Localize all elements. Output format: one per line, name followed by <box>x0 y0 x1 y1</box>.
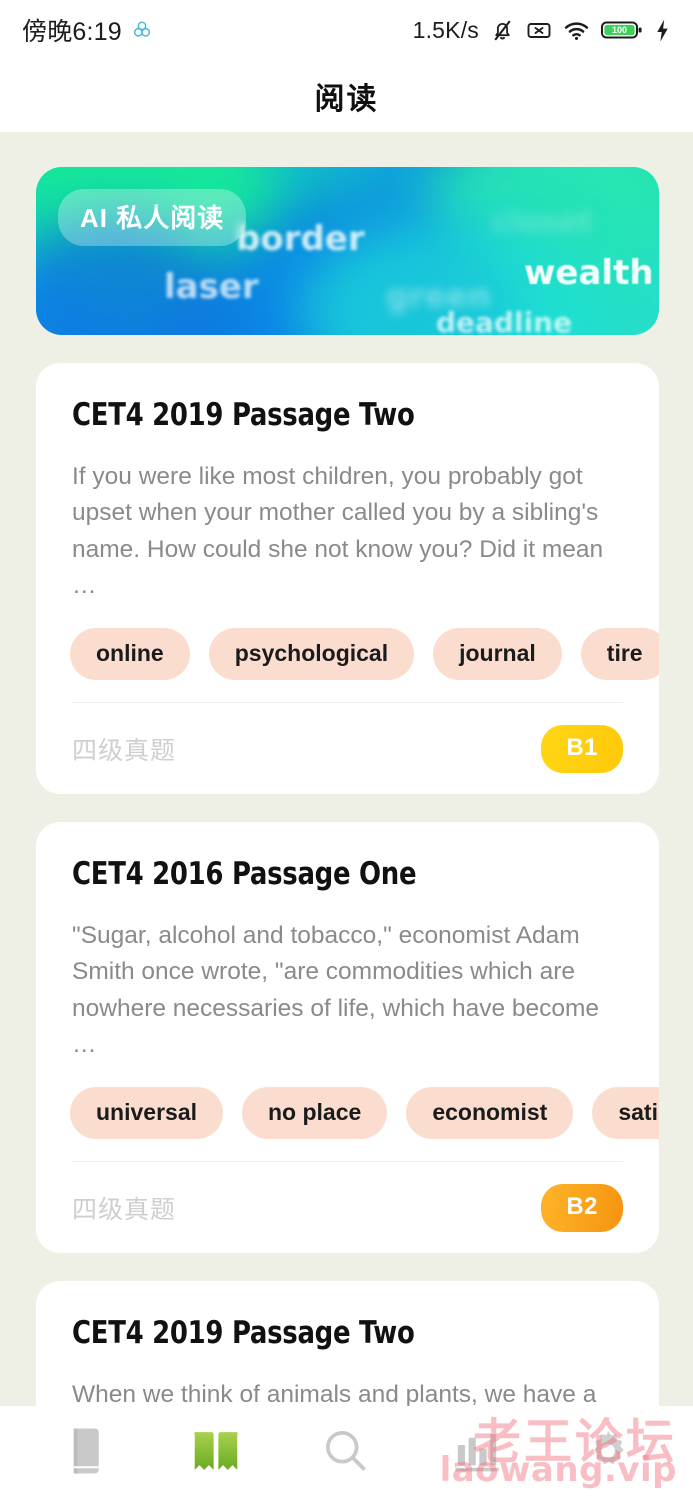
bluetooth-cluster-icon <box>131 19 153 41</box>
banner-word: wealth <box>524 253 654 293</box>
status-time: 傍晚6:19 <box>22 18 122 46</box>
passage-title: CET4 2016 Passage One <box>72 856 417 892</box>
ai-personal-reading-badge[interactable]: AI 私人阅读 <box>58 189 247 246</box>
wifi-icon <box>563 18 590 43</box>
word-tag[interactable]: economist <box>406 1087 574 1139</box>
banner-word: border <box>236 219 365 259</box>
word-tag[interactable]: tire <box>580 628 659 680</box>
search-icon <box>321 1426 371 1481</box>
svg-text:100: 100 <box>612 25 627 35</box>
bottom-tab-bar: 老王论坛 laowang.vip <box>0 1406 693 1500</box>
passage-source: 四级真题 <box>72 736 177 765</box>
banner-blob <box>429 167 659 317</box>
mute-bell-icon <box>490 18 515 43</box>
page-title: 阅读 <box>314 83 379 116</box>
passage-card[interactable]: CET4 2019 Passage Two If you were like m… <box>36 363 659 794</box>
book-open-icon <box>190 1427 242 1480</box>
tab-search[interactable] <box>306 1413 386 1493</box>
banner-word: green <box>386 277 491 315</box>
network-speed: 1.5K/s <box>412 16 479 43</box>
content-scroll-area[interactable]: closet border green laser wealth deadlin… <box>0 132 693 1406</box>
passage-title: CET4 2019 Passage Two <box>72 1315 415 1351</box>
passage-card-footer: 四级真题 B2 <box>72 1161 623 1253</box>
level-badge: B1 <box>541 724 623 773</box>
tab-reading[interactable] <box>176 1413 256 1493</box>
word-tag-row[interactable]: online psychological journal tire signif… <box>70 628 659 680</box>
status-bar-left: 傍晚6:19 <box>22 12 153 48</box>
passage-card[interactable]: CET4 2019 Passage Two When we think of a… <box>36 1281 659 1406</box>
battery-icon: 100 <box>601 18 643 42</box>
word-tag[interactable]: satisfy <box>592 1087 659 1139</box>
tab-library[interactable] <box>45 1413 125 1493</box>
status-bar-right: 1.5K/s 100 <box>413 17 671 44</box>
page-header: 阅读 <box>0 60 693 132</box>
banner-word: closet <box>492 205 594 240</box>
banner-word: deadline <box>436 306 573 335</box>
passage-source: 四级真题 <box>72 1195 177 1224</box>
status-bar: 傍晚6:19 1.5K/s 100 <box>0 0 693 60</box>
passage-card-footer: 四级真题 B1 <box>72 702 623 794</box>
level-badge: B2 <box>541 1183 623 1232</box>
word-tag[interactable]: psychological <box>208 628 415 680</box>
ai-reading-banner[interactable]: closet border green laser wealth deadlin… <box>36 167 659 335</box>
word-tag[interactable]: online <box>70 628 190 680</box>
banner-blob <box>299 215 599 335</box>
word-tag-row[interactable]: universal no place economist satisfy str… <box>70 1087 659 1139</box>
bookshelf-chart-icon <box>453 1428 501 1479</box>
gear-icon <box>583 1426 633 1481</box>
word-tag[interactable]: universal <box>70 1087 223 1139</box>
word-tag[interactable]: journal <box>433 628 562 680</box>
tab-statistics[interactable] <box>437 1413 517 1493</box>
passage-excerpt: "Sugar, alcohol and tobacco," economist … <box>72 922 600 1058</box>
no-sim-icon <box>526 18 552 43</box>
banner-word: laser <box>164 267 259 307</box>
word-tag[interactable]: no place <box>242 1087 388 1139</box>
charging-bolt-icon <box>654 18 671 43</box>
tab-settings[interactable] <box>568 1413 648 1493</box>
passage-card[interactable]: CET4 2016 Passage One "Sugar, alcohol an… <box>36 822 659 1253</box>
passage-title: CET4 2019 Passage Two <box>72 397 415 433</box>
passage-excerpt: When we think of animals and plants, we … <box>72 1381 597 1406</box>
passage-excerpt: If you were like most children, you prob… <box>72 463 604 599</box>
book-closed-icon <box>63 1426 107 1481</box>
